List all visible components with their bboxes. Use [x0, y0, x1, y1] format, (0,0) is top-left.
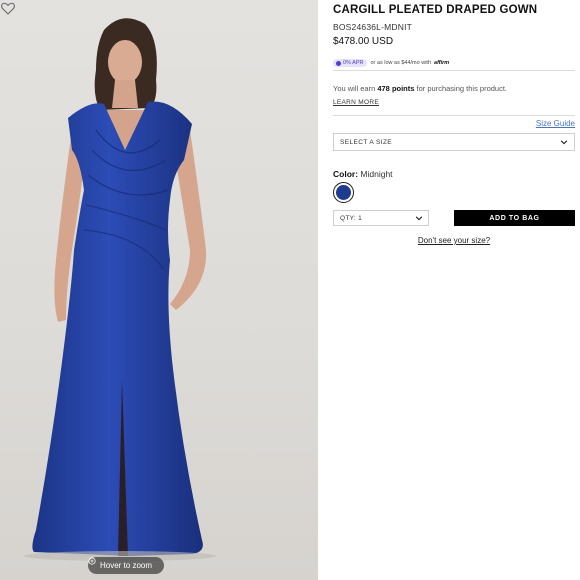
color-label: Color:: [333, 169, 359, 179]
product-info-panel: CARGILL PLEATED DRAPED GOWN BOS24636L-MD…: [333, 0, 575, 580]
apr-badge: 0% APR: [333, 59, 368, 67]
hover-to-zoom-button[interactable]: Hover to zoom: [88, 557, 164, 574]
color-value: Midnight: [360, 169, 393, 179]
quantity-select[interactable]: QTY: 1: [333, 210, 429, 226]
rewards-points: 478 points: [377, 84, 415, 93]
rewards-suffix: for purchasing this product.: [416, 84, 507, 93]
swatch-fill: [336, 185, 351, 200]
color-swatch-midnight[interactable]: [333, 182, 354, 203]
product-title: CARGILL PLEATED DRAPED GOWN: [333, 4, 538, 16]
dont-see-size-row: Don't see your size?: [333, 236, 575, 245]
rewards-text: You will earn 478 points for purchasing …: [333, 84, 507, 93]
product-sku: BOS24636L-MDNIT: [333, 22, 413, 32]
gown-illustration: [24, 18, 216, 561]
financing-text: or as low as $44/mo with: [370, 60, 432, 66]
zoom-label: Hover to zoom: [99, 561, 153, 570]
size-guide-link[interactable]: Size Guide: [536, 119, 575, 128]
affirm-dot-icon: [336, 60, 341, 66]
financing-row[interactable]: 0% APR or as low as $44/mo with affirm: [333, 58, 575, 68]
add-to-bag-button[interactable]: ADD TO BAG: [454, 210, 575, 226]
dont-see-size-link[interactable]: Don't see your size?: [418, 236, 490, 245]
chevron-down-icon: [560, 140, 568, 145]
product-price: $478.00 USD: [333, 36, 394, 47]
divider: [333, 70, 575, 71]
learn-more-link[interactable]: LEARN MORE: [333, 99, 379, 106]
rewards-prefix: You will earn: [333, 84, 376, 93]
divider: [333, 115, 575, 116]
affirm-logo: affirm: [434, 60, 450, 66]
plus-circle-icon: [88, 557, 96, 565]
heart-icon[interactable]: [0, 0, 16, 16]
color-row: Color: Midnight: [333, 169, 393, 179]
size-select[interactable]: SELECT A SIZE: [333, 133, 575, 151]
chevron-down-icon: [415, 216, 423, 221]
quantity-label: QTY: 1: [340, 214, 363, 222]
apr-badge-label: 0% APR: [343, 60, 364, 66]
product-image[interactable]: Hover to zoom: [0, 0, 318, 580]
size-select-placeholder: SELECT A SIZE: [340, 138, 393, 146]
